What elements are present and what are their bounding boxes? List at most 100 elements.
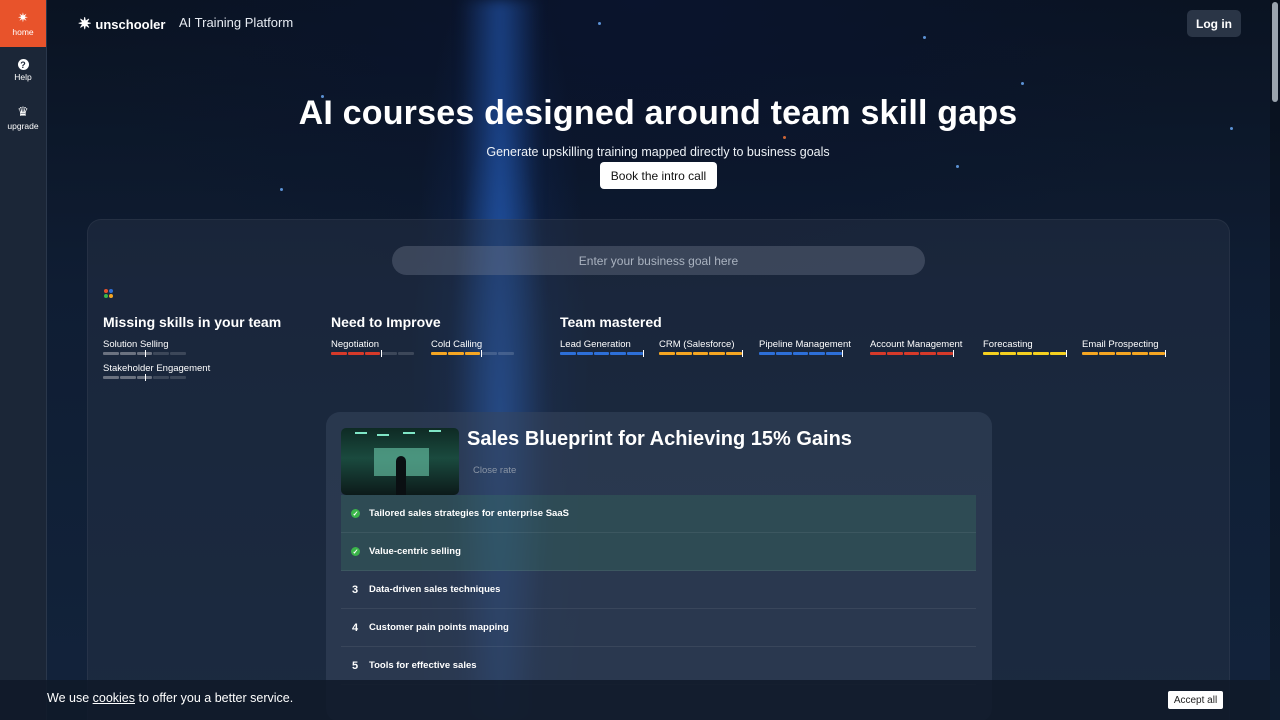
bar-segment: [381, 352, 398, 355]
lesson-row[interactable]: 3 Data-driven sales techniques: [341, 571, 976, 609]
hero-title: AI courses designed around team skill ga…: [298, 94, 1018, 132]
skill-item: CRM (Salesforce): [659, 339, 743, 357]
logo[interactable]: ✷ unschooler: [78, 14, 165, 34]
bar-segment: [364, 352, 381, 355]
skill-level-bar: [759, 350, 843, 357]
skill-level-bar: [103, 350, 186, 357]
sidebar-item-help[interactable]: ? Help: [0, 47, 46, 94]
cookies-link[interactable]: cookies: [93, 691, 135, 705]
skill-name: Cold Calling: [431, 339, 483, 350]
help-icon: ?: [17, 59, 29, 70]
accept-all-button[interactable]: Accept all: [1168, 691, 1223, 709]
course-thumbnail: [341, 428, 459, 495]
sidebar-item-home[interactable]: ✷ home: [0, 0, 46, 47]
bar-segment: [659, 352, 675, 355]
star-decoration: [1021, 82, 1024, 85]
lesson-row[interactable]: ✓ Tailored sales strategies for enterpri…: [341, 495, 976, 533]
star-decoration: [956, 165, 959, 168]
skill-level-marker: [144, 374, 146, 381]
skill-level-marker: [953, 350, 954, 357]
lesson-label: Tailored sales strategies for enterprise…: [369, 508, 569, 519]
bar-segment: [431, 352, 447, 355]
skill-name: Pipeline Management: [759, 339, 851, 350]
book-intro-call-button[interactable]: Book the intro call: [600, 162, 717, 189]
skill-level-marker: [742, 350, 743, 357]
check-icon: ✓: [351, 509, 360, 518]
skill-name: Solution Selling: [103, 339, 169, 350]
bar-segment: [675, 352, 692, 355]
skill-level-bar: [659, 350, 743, 357]
skill-item: Cold Calling: [431, 339, 514, 357]
bar-segment: [726, 352, 742, 355]
skill-level-marker: [643, 350, 644, 357]
bar-segment: [398, 352, 414, 355]
bar-segment: [103, 352, 119, 355]
star-decoration: [783, 136, 786, 139]
skill-level-bar: [103, 374, 186, 381]
bar-segment: [153, 352, 170, 355]
skill-name: CRM (Salesforce): [659, 339, 735, 350]
bar-segment: [937, 352, 953, 355]
hero-subtitle: Generate upskilling training mapped dire…: [486, 145, 830, 159]
lesson-number: 3: [351, 583, 359, 596]
skill-level-marker: [144, 350, 146, 357]
need-to-improve-title: Need to Improve: [331, 314, 441, 330]
skill-item: Stakeholder Engagement: [103, 363, 211, 381]
skill-level-marker: [1165, 350, 1166, 357]
star-decoration: [280, 188, 283, 191]
bar-segment: [792, 352, 809, 355]
sparkle-icon: ✷: [17, 9, 29, 25]
sparkle-icon: ✷: [78, 16, 92, 33]
bar-segment: [775, 352, 792, 355]
skill-name: Email Prospecting: [1082, 339, 1159, 350]
bar-segment: [920, 352, 937, 355]
bar-segment: [331, 352, 347, 355]
skill-level-bar: [1082, 350, 1166, 357]
skill-item: Lead Generation: [560, 339, 644, 357]
skill-level-bar: [560, 350, 644, 357]
bar-segment: [809, 352, 826, 355]
star-decoration: [923, 36, 926, 39]
business-goal-input[interactable]: [392, 246, 925, 275]
lesson-row[interactable]: ✓ Value-centric selling: [341, 533, 976, 571]
bar-segment: [983, 352, 999, 355]
lesson-label: Data-driven sales techniques: [369, 584, 501, 595]
lesson-label: Tools for effective sales: [369, 660, 477, 671]
bar-segment: [692, 352, 709, 355]
bar-segment: [886, 352, 903, 355]
dots-icon: [104, 289, 114, 299]
skill-name: Stakeholder Engagement: [103, 363, 211, 374]
lesson-label: Value-centric selling: [369, 546, 461, 557]
bar-segment: [999, 352, 1016, 355]
bar-segment: [610, 352, 627, 355]
bar-segment: [903, 352, 920, 355]
bar-segment: [170, 376, 186, 379]
skill-name: Negotiation: [331, 339, 380, 350]
scrollbar-thumb[interactable]: [1272, 2, 1278, 102]
skill-level-marker: [1066, 350, 1067, 357]
skill-level-bar: [331, 350, 414, 357]
bar-segment: [153, 376, 170, 379]
login-button[interactable]: Log in: [1187, 10, 1241, 37]
team-mastered-title: Team mastered: [560, 314, 662, 330]
skill-item: Pipeline Management: [759, 339, 851, 357]
course-subtitle: Close rate: [473, 465, 517, 476]
bar-segment: [103, 376, 119, 379]
bar-segment: [1098, 352, 1115, 355]
platform-name: AI Training Platform: [179, 15, 294, 30]
lesson-row[interactable]: 4 Customer pain points mapping: [341, 609, 976, 647]
lesson-number: 4: [351, 621, 359, 634]
bar-segment: [1132, 352, 1149, 355]
bar-segment: [447, 352, 464, 355]
bar-segment: [1149, 352, 1165, 355]
bar-segment: [627, 352, 643, 355]
bar-segment: [481, 352, 498, 355]
bar-segment: [1082, 352, 1098, 355]
bar-segment: [1033, 352, 1050, 355]
skill-level-bar: [983, 350, 1067, 357]
bar-segment: [119, 376, 136, 379]
star-decoration: [598, 22, 601, 25]
bar-segment: [170, 352, 186, 355]
bar-segment: [498, 352, 514, 355]
bar-segment: [870, 352, 886, 355]
